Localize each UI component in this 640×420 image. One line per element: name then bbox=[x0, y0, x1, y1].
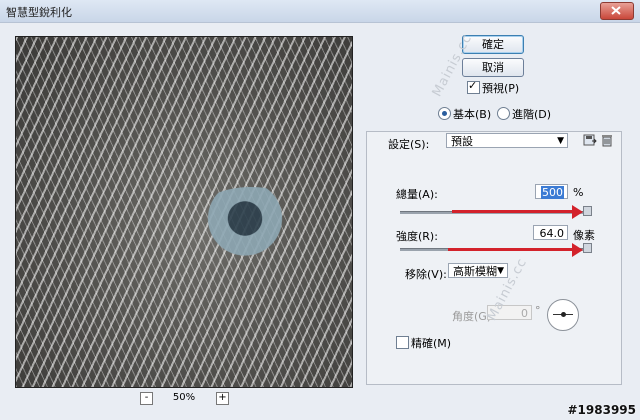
close-button[interactable] bbox=[600, 2, 634, 20]
close-icon bbox=[611, 6, 621, 15]
amount-annotation-arrowhead bbox=[572, 205, 583, 219]
more-accurate-checkbox[interactable] bbox=[396, 336, 409, 349]
radius-annotation-arrow bbox=[448, 248, 574, 251]
remove-select[interactable]: 高斯模糊 ▼ bbox=[448, 263, 508, 278]
watermark-badge: #1983995 bbox=[567, 403, 636, 417]
remove-label: 移除(V): bbox=[405, 268, 447, 281]
amount-slider-thumb[interactable] bbox=[583, 206, 592, 216]
radius-label: 強度(R): bbox=[396, 230, 438, 243]
settings-select[interactable]: 預設 ▼ bbox=[446, 133, 568, 148]
delete-settings-button[interactable] bbox=[600, 133, 614, 147]
amount-input[interactable]: 500 bbox=[535, 184, 568, 199]
advanced-radio-label: 進階(D) bbox=[512, 108, 552, 121]
radius-unit: 像素 bbox=[573, 229, 595, 242]
radius-value: 64.0 bbox=[539, 227, 565, 240]
chevron-down-icon: ▼ bbox=[557, 136, 564, 146]
amount-label: 總量(A): bbox=[396, 188, 438, 201]
settings-label: 設定(S): bbox=[388, 138, 430, 151]
basic-radio[interactable] bbox=[438, 107, 451, 120]
cancel-button[interactable]: 取消 bbox=[462, 58, 524, 77]
radius-slider-thumb[interactable] bbox=[583, 243, 592, 253]
amount-value: 500 bbox=[541, 186, 564, 199]
angle-value: 0 bbox=[521, 307, 528, 320]
zoom-level: 50% bbox=[172, 392, 196, 403]
amount-annotation-arrow bbox=[452, 210, 574, 213]
trash-icon bbox=[602, 135, 612, 147]
advanced-radio[interactable] bbox=[497, 107, 510, 120]
zoom-controls: - 50% + bbox=[140, 392, 230, 406]
zoom-in-button[interactable]: + bbox=[216, 392, 229, 405]
preview-checkbox[interactable] bbox=[467, 79, 480, 94]
zoom-out-button[interactable]: - bbox=[140, 392, 153, 405]
angle-dial[interactable] bbox=[547, 299, 579, 331]
window-title: 智慧型銳利化 bbox=[6, 6, 72, 19]
preview-eye-detail bbox=[191, 187, 311, 257]
title-bar: 智慧型銳利化 bbox=[0, 0, 640, 23]
remove-select-value: 高斯模糊 bbox=[453, 265, 497, 278]
more-accurate-label: 精確(M) bbox=[411, 337, 452, 350]
preview-checkbox-label: 預視(P) bbox=[482, 82, 520, 95]
save-settings-button[interactable] bbox=[583, 133, 597, 147]
save-icon bbox=[583, 134, 597, 146]
radius-annotation-arrowhead bbox=[572, 243, 583, 257]
settings-select-value: 預設 bbox=[451, 135, 473, 148]
chevron-down-icon: ▼ bbox=[497, 266, 504, 276]
preview-image[interactable] bbox=[15, 36, 353, 388]
amount-unit: % bbox=[573, 186, 584, 199]
radius-input[interactable]: 64.0 bbox=[533, 225, 568, 240]
basic-radio-label: 基本(B) bbox=[453, 108, 492, 121]
angle-unit: ° bbox=[535, 304, 541, 317]
